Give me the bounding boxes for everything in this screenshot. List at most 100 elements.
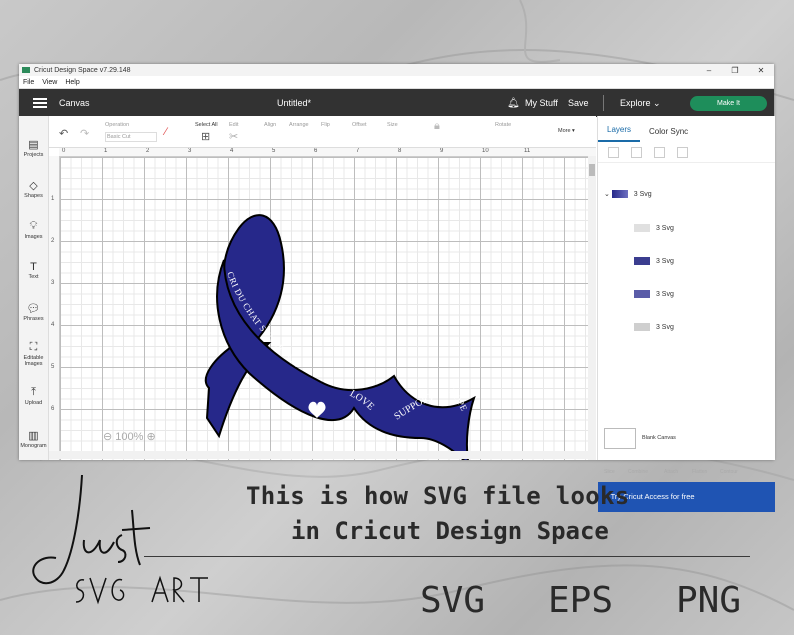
select-all-icon[interactable]: ⊞	[201, 130, 210, 143]
operation-label: Operation	[105, 122, 130, 128]
edit-toolbar: ↶ ↷ Operation Basic Cut ∕ Select All ⊞ E…	[49, 116, 596, 148]
images-icon: 💡︎	[29, 220, 38, 232]
promo-heading-line-2: in Cricut Design Space	[291, 517, 609, 545]
delete-icon[interactable]	[677, 147, 688, 158]
layer-thumbnail	[634, 257, 650, 265]
rail-label: Editable Images	[23, 355, 44, 367]
lock-icon[interactable]: 🔒︎	[434, 120, 440, 133]
slice-button[interactable]: Slice	[604, 469, 615, 475]
layer-label: 3 Svg	[655, 224, 674, 232]
rail-label: Projects	[23, 152, 44, 158]
rail-phrases[interactable]: 💬︎ Phrases	[19, 302, 48, 322]
rail-images[interactable]: 💡︎ Images	[19, 220, 48, 240]
bell-icon[interactable]: 🔔︎	[507, 98, 520, 109]
layers-panel: Layers Color Sync ⌄ 3 Svg 3 Svg 3 Svg 3 …	[597, 116, 775, 512]
layer-thumbnail	[611, 190, 628, 199]
top-bar: Canvas Untitled* 🔔︎ My Stuff Save Explor…	[19, 89, 774, 117]
blank-canvas-row[interactable]: Blank Canvas	[598, 422, 768, 452]
tab-layers[interactable]: Layers	[598, 125, 641, 142]
layer-label: 3 Svg	[655, 323, 674, 331]
layer-item[interactable]: 3 Svg	[634, 257, 794, 265]
layer-item[interactable]: 3 Svg	[634, 323, 794, 331]
editable-images-icon: ⛶	[29, 341, 38, 353]
window-title: Cricut Design Space v7.29.148	[34, 66, 131, 74]
contour-button[interactable]: Contour	[720, 469, 738, 475]
divider	[603, 95, 604, 111]
zoom-control[interactable]: ⊖ 100% ⊕	[103, 430, 156, 443]
rail-projects[interactable]: ▤ Projects	[19, 138, 48, 158]
design-canvas[interactable]: 0 1 2 3 4 5 6 7 8 9 10 11 123456 CRI DU CHAT SYNDRO…	[49, 148, 596, 460]
app-window: Cricut Design Space v7.29.148 – ❐ ✕ File…	[19, 64, 775, 512]
my-stuff-link[interactable]: My Stuff	[525, 98, 558, 108]
title-bar: Cricut Design Space v7.29.148 – ❐ ✕	[19, 64, 774, 76]
shapes-icon: ◇	[29, 180, 38, 192]
monogram-icon: ▥	[28, 430, 39, 442]
size-label: Size	[387, 122, 398, 128]
rail-label: Upload	[24, 400, 43, 406]
rail-label: Phrases	[23, 316, 44, 322]
minimize-button[interactable]: –	[696, 66, 722, 75]
rotate-label: Rotate	[495, 122, 512, 128]
layer-label: 3 Svg	[655, 257, 674, 265]
horizontal-scrollbar[interactable]	[49, 451, 596, 459]
align-label: Align	[264, 122, 277, 128]
layer-thumbnail	[634, 290, 650, 298]
operation-select[interactable]: Basic Cut	[105, 132, 157, 142]
group-icon[interactable]	[608, 147, 619, 158]
document-title[interactable]: Untitled*	[277, 98, 311, 108]
vertical-scrollbar[interactable]	[588, 156, 596, 460]
close-button[interactable]: ✕	[748, 66, 774, 75]
rail-monogram[interactable]: ▥ Monogram	[19, 429, 48, 449]
pen-icon[interactable]: ∕	[165, 126, 167, 138]
maximize-button[interactable]: ❐	[722, 66, 748, 75]
flatten-button[interactable]: Flatten	[692, 469, 707, 475]
rail-label: Monogram	[20, 443, 47, 449]
menu-help[interactable]: Help	[65, 79, 79, 86]
edit-label: Edit	[229, 122, 239, 128]
text-icon: T	[30, 261, 37, 273]
duplicate-icon[interactable]	[654, 147, 665, 158]
format-eps: EPS	[548, 580, 614, 621]
menu-view[interactable]: View	[42, 79, 57, 86]
redo-icon[interactable]: ↷	[80, 127, 89, 140]
attach-button[interactable]: Attach	[664, 469, 678, 475]
layer-item[interactable]: 3 Svg	[634, 224, 794, 232]
layer-bottom-tools: Slice Combine Attach Flatten Contour	[598, 454, 768, 482]
rail-shapes[interactable]: ◇ Shapes	[19, 179, 48, 199]
hamburger-menu-icon[interactable]	[33, 96, 47, 110]
tab-color-sync[interactable]: Color Sync	[640, 127, 697, 142]
just-svg-art-logo	[32, 474, 208, 605]
make-it-button[interactable]: Make It	[690, 95, 767, 111]
rail-text[interactable]: T Text	[19, 261, 48, 280]
undo-icon[interactable]: ↶	[59, 127, 68, 140]
zoom-level: 100%	[115, 431, 144, 443]
blank-canvas-swatch	[604, 428, 636, 449]
rail-editable-images[interactable]: ⛶ Editable Images	[19, 341, 48, 367]
layer-group[interactable]: ⌄ 3 Svg	[604, 190, 774, 199]
select-all-label: Select All	[195, 122, 218, 128]
awareness-ribbon[interactable]: CRI DU CHAT SYNDROME LOVE SUPPORT HOPE	[49, 148, 596, 460]
more-dropdown[interactable]: More ▾	[558, 128, 575, 134]
layer-tools	[598, 142, 775, 163]
app-icon	[22, 67, 30, 73]
divider	[144, 556, 750, 557]
combine-button[interactable]: Combine	[628, 469, 648, 475]
layer-thumbnail	[634, 323, 650, 331]
ungroup-icon[interactable]	[631, 147, 642, 158]
layer-item[interactable]: 3 Svg	[634, 290, 794, 298]
upload-icon: ⤒	[31, 386, 36, 398]
rail-upload[interactable]: ⤒ Upload	[19, 386, 48, 406]
flip-label: Flip	[321, 122, 330, 128]
projects-icon: ▤	[28, 139, 39, 151]
explore-dropdown[interactable]: Explore ⌄	[620, 98, 661, 109]
layer-group-label: 3 Svg	[633, 191, 652, 198]
save-button[interactable]: Save	[568, 98, 589, 108]
chevron-down-icon: ⌄	[653, 97, 661, 108]
menu-file[interactable]: File	[23, 79, 34, 86]
scissors-icon[interactable]: ✂	[229, 130, 238, 143]
format-png: PNG	[676, 580, 742, 621]
arrange-label: Arrange	[289, 122, 309, 128]
layer-thumbnail	[634, 224, 650, 232]
phrases-icon: 💬︎	[26, 303, 41, 315]
blank-canvas-label: Blank Canvas	[642, 435, 676, 441]
